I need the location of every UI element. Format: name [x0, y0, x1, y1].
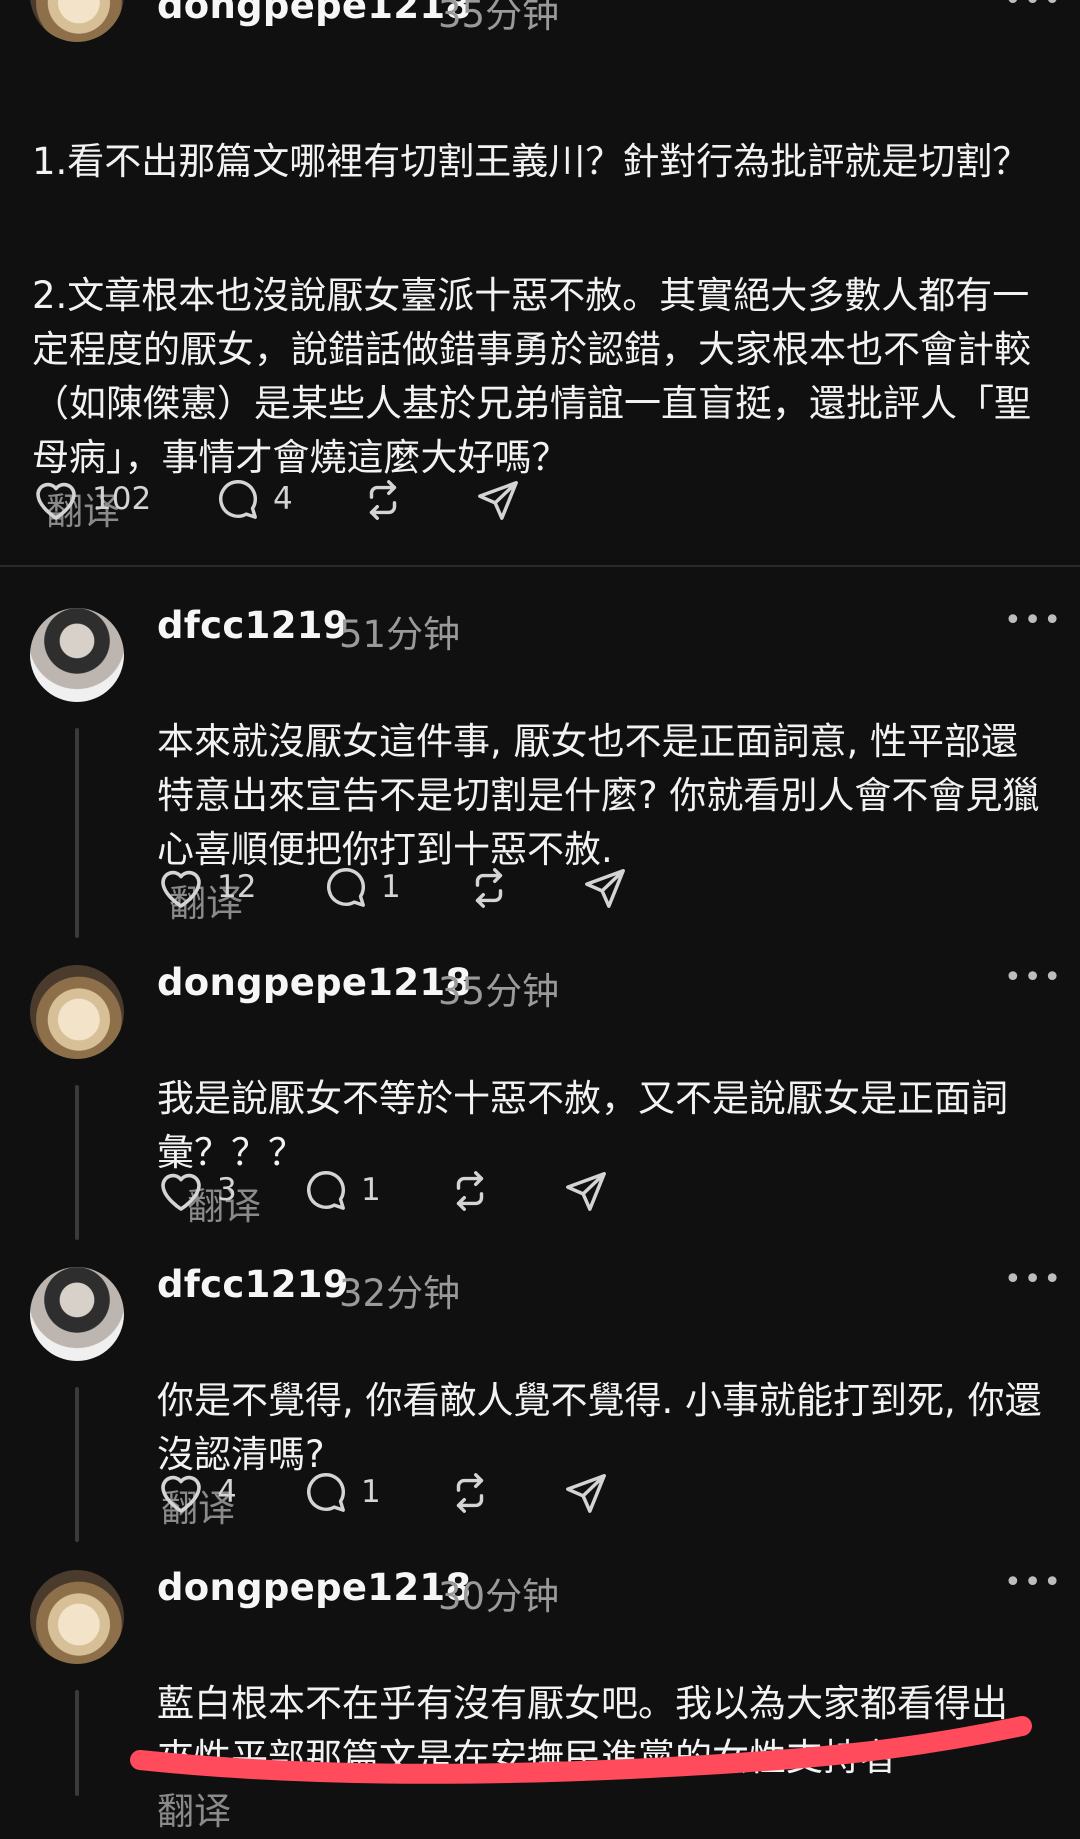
reply-count: 1: [381, 869, 401, 905]
like-button[interactable]: 4: [157, 1470, 237, 1514]
repost-icon: [456, 1473, 484, 1513]
username[interactable]: dfcc1219: [157, 1263, 349, 1306]
repost-button[interactable]: [466, 865, 512, 911]
avatar[interactable]: [30, 965, 124, 1059]
like-button[interactable]: 102: [32, 477, 151, 521]
post-text: 1.看不出那篇文哪裡有切割王義川？針對行為批評就是切割？: [32, 140, 1030, 183]
highlight-underline: [130, 1716, 1032, 1784]
reply-count: 4: [273, 481, 293, 517]
like-button[interactable]: 3: [157, 1168, 237, 1212]
repost-button[interactable]: [447, 1470, 493, 1516]
repost-icon: [475, 868, 503, 908]
avatar[interactable]: [30, 1267, 124, 1361]
reply-body: 你是不覺得, 你看敵人覺不覺得. 小事就能打到死, 你還沒認清嗎?: [157, 1379, 1042, 1476]
comment-icon: [219, 480, 258, 519]
more-options-icon[interactable]: •••: [1004, 963, 1063, 993]
reply-body: 本來就沒厭女這件事, 厭女也不是正面詞意, 性平部還特意出來宣告不是切割是什麼?…: [157, 720, 1040, 871]
thread-line: [75, 1387, 79, 1542]
username[interactable]: dongpepe1218: [157, 1566, 471, 1609]
timestamp: 51分钟: [339, 613, 461, 656]
reply-count: 1: [361, 1172, 381, 1208]
thread-line: [75, 1085, 79, 1240]
heart-icon: [161, 1173, 201, 1211]
timestamp: 35分钟: [438, 0, 560, 36]
avatar[interactable]: [30, 608, 124, 702]
send-icon: [566, 1474, 606, 1513]
comment-icon: [307, 1473, 346, 1512]
reply-button[interactable]: 4: [215, 477, 293, 521]
thread-line: [75, 728, 79, 938]
reply-button[interactable]: 1: [323, 865, 401, 909]
timestamp: 32分钟: [339, 1272, 461, 1315]
timestamp: 35分钟: [438, 970, 560, 1013]
like-count: 12: [217, 869, 257, 905]
heart-icon: [161, 870, 201, 908]
more-options-icon[interactable]: •••: [1004, 606, 1063, 636]
send-icon: [566, 1172, 606, 1211]
avatar[interactable]: [30, 1570, 124, 1664]
share-button[interactable]: [563, 1470, 609, 1516]
repost-icon: [456, 1171, 484, 1211]
reply-body: 我是說厭女不等於十惡不赦，又不是說厭女是正面詞彙？？？: [157, 1077, 1008, 1174]
share-button[interactable]: [563, 1168, 609, 1214]
like-count: 102: [92, 481, 152, 517]
comment-icon: [327, 868, 366, 907]
repost-icon: [369, 480, 397, 520]
more-options-icon[interactable]: •••: [1004, 0, 1063, 16]
post-paragraph-1: 1.看不出那篇文哪裡有切割王義川？針對行為批評就是切割？: [32, 81, 1032, 189]
avatar[interactable]: [30, 0, 124, 42]
timestamp: 30分钟: [438, 1575, 560, 1618]
like-button[interactable]: 12: [157, 865, 256, 909]
translate-link[interactable]: 翻译: [157, 1790, 231, 1833]
send-icon: [585, 869, 625, 908]
comment-icon: [307, 1171, 346, 1210]
reply-button[interactable]: 1: [303, 1470, 381, 1514]
username[interactable]: dongpepe1218: [157, 0, 471, 27]
more-options-icon[interactable]: •••: [1004, 1265, 1063, 1295]
divider: [0, 565, 1080, 567]
send-icon: [478, 481, 518, 520]
username[interactable]: dongpepe1218: [157, 961, 471, 1004]
like-count: 4: [217, 1474, 237, 1510]
username[interactable]: dfcc1219: [157, 604, 349, 647]
post-paragraph-2: 2.文章根本也沒說厭女臺派十惡不赦。其實絕大多數人都有一定程度的厭女，說錯話做錯…: [32, 215, 1052, 539]
heart-icon: [36, 482, 76, 520]
reply-button[interactable]: 1: [303, 1168, 381, 1212]
share-button[interactable]: [582, 865, 628, 911]
heart-icon: [161, 1475, 201, 1513]
like-count: 3: [217, 1172, 237, 1208]
repost-button[interactable]: [447, 1168, 493, 1214]
reply-count: 1: [361, 1474, 381, 1510]
repost-button[interactable]: [360, 477, 406, 523]
more-options-icon[interactable]: •••: [1004, 1568, 1063, 1598]
share-button[interactable]: [475, 477, 521, 523]
post-text: 2.文章根本也沒說厭女臺派十惡不赦。其實絕大多數人都有一定程度的厭女，說錯話做錯…: [32, 274, 1031, 479]
thread-line: [75, 1690, 79, 1796]
